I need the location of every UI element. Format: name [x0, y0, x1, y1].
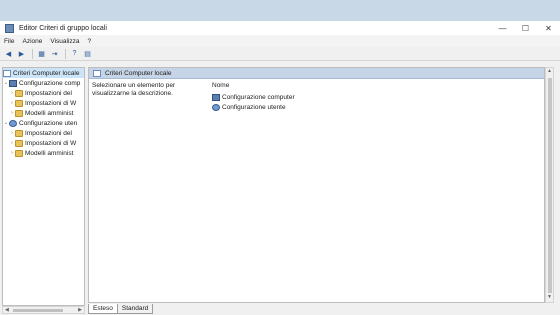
details-header: Criteri Computer locale [89, 68, 544, 79]
user-icon [212, 103, 220, 111]
tree-item[interactable]: › Impostazioni di W [3, 98, 84, 108]
close-button[interactable]: ✕ [537, 21, 560, 35]
tree-item-label: Impostazioni di W [25, 139, 77, 147]
tree-horizontal-scrollbar[interactable]: ◀ ▶ [2, 306, 85, 314]
tree-item-label: Impostazioni del [25, 129, 72, 137]
folder-icon [15, 109, 23, 117]
show-hide-tree-icon[interactable]: ▦ [36, 48, 47, 59]
policy-icon [93, 69, 101, 77]
computer-icon [9, 79, 17, 87]
menu-bar: File Azione Visualizza ? [0, 35, 560, 47]
tree-item-computer-config[interactable]: ⌄ Configurazione comp [3, 78, 84, 88]
minimize-button[interactable]: — [491, 21, 514, 35]
tree-item-label: Impostazioni di W [25, 99, 77, 107]
view-tabs: Esteso Standard [88, 303, 154, 314]
scroll-down-icon[interactable]: ▼ [546, 294, 553, 302]
tree-item-label: Configurazione uten [19, 119, 78, 127]
list-item-label: Configurazione utente [222, 103, 286, 111]
folder-icon [15, 99, 23, 107]
scrollbar-thumb[interactable] [13, 309, 63, 312]
list-item-label: Configurazione computer [222, 93, 295, 101]
scroll-up-icon[interactable]: ▲ [546, 68, 553, 76]
scroll-left-icon[interactable]: ◀ [5, 307, 9, 313]
window-controls: — ☐ ✕ [491, 21, 560, 35]
details-vertical-scrollbar[interactable]: ▲ ▼ [545, 67, 554, 303]
menu-file[interactable]: File [4, 38, 14, 45]
tree-item[interactable]: › Impostazioni del [3, 128, 84, 138]
toolbar-separator [32, 48, 33, 59]
tree-item-user-config[interactable]: ⌄ Configurazione uten [3, 118, 84, 128]
tree-item[interactable]: › Impostazioni del [3, 88, 84, 98]
menu-help[interactable]: ? [88, 38, 92, 45]
console-tree: Criteri Computer locale ⌄ Configurazione… [2, 67, 85, 306]
menu-azione[interactable]: Azione [22, 38, 42, 45]
tab-standard[interactable]: Standard [116, 304, 154, 314]
tree-item-root[interactable]: Criteri Computer locale [3, 68, 84, 78]
export-list-icon[interactable]: ⇥ [49, 48, 60, 59]
scrollbar-thumb[interactable] [548, 78, 552, 293]
list-item-computer-config[interactable]: Configurazione computer [212, 92, 412, 102]
folder-icon [15, 89, 23, 97]
tree-item-label: Impostazioni del [25, 89, 72, 97]
forward-icon[interactable]: ▶ [16, 48, 27, 59]
title-bar: Editor Criteri di gruppo locali — ☐ ✕ [0, 21, 560, 35]
tree-item-label: Configurazione comp [19, 79, 81, 87]
user-icon [9, 119, 17, 127]
tree-item-label: Criteri Computer locale [13, 69, 80, 77]
tree-item[interactable]: › Modelli amminist [3, 148, 84, 158]
folder-icon [15, 139, 23, 147]
tree-item-label: Modelli amminist [25, 109, 74, 117]
app-icon [5, 23, 14, 33]
window-title: Editor Criteri di gruppo locali [19, 24, 107, 32]
tree-item[interactable]: › Impostazioni di W [3, 138, 84, 148]
policy-icon [3, 69, 11, 77]
maximize-button[interactable]: ☐ [514, 21, 537, 35]
toolbar: ◀ ▶ ▦ ⇥ ? ▤ [0, 47, 560, 61]
description-text: Selezionare un elemento per visualizzarn… [92, 82, 176, 97]
toolbar-separator [65, 48, 66, 59]
column-header-name[interactable]: Nome [212, 82, 412, 92]
computer-icon [212, 93, 220, 101]
back-icon[interactable]: ◀ [3, 48, 14, 59]
details-title: Criteri Computer locale [105, 69, 172, 77]
help-icon[interactable]: ? [69, 48, 80, 59]
folder-icon [15, 149, 23, 157]
properties-icon[interactable]: ▤ [82, 48, 93, 59]
content-area: Criteri Computer locale ⌄ Configurazione… [0, 64, 560, 315]
menu-visualizza[interactable]: Visualizza [50, 38, 79, 45]
tab-esteso[interactable]: Esteso [88, 304, 118, 314]
tree-item-label: Modelli amminist [25, 149, 74, 157]
details-pane: Criteri Computer locale Selezionare un e… [88, 67, 545, 303]
tree-item[interactable]: › Modelli amminist [3, 108, 84, 118]
gpedit-window: Editor Criteri di gruppo locali — ☐ ✕ Fi… [0, 21, 560, 315]
folder-icon [15, 129, 23, 137]
item-list: Nome Configurazione computer Configurazi… [212, 82, 412, 112]
scroll-right-icon[interactable]: ▶ [78, 307, 82, 313]
list-item-user-config[interactable]: Configurazione utente [212, 102, 412, 112]
